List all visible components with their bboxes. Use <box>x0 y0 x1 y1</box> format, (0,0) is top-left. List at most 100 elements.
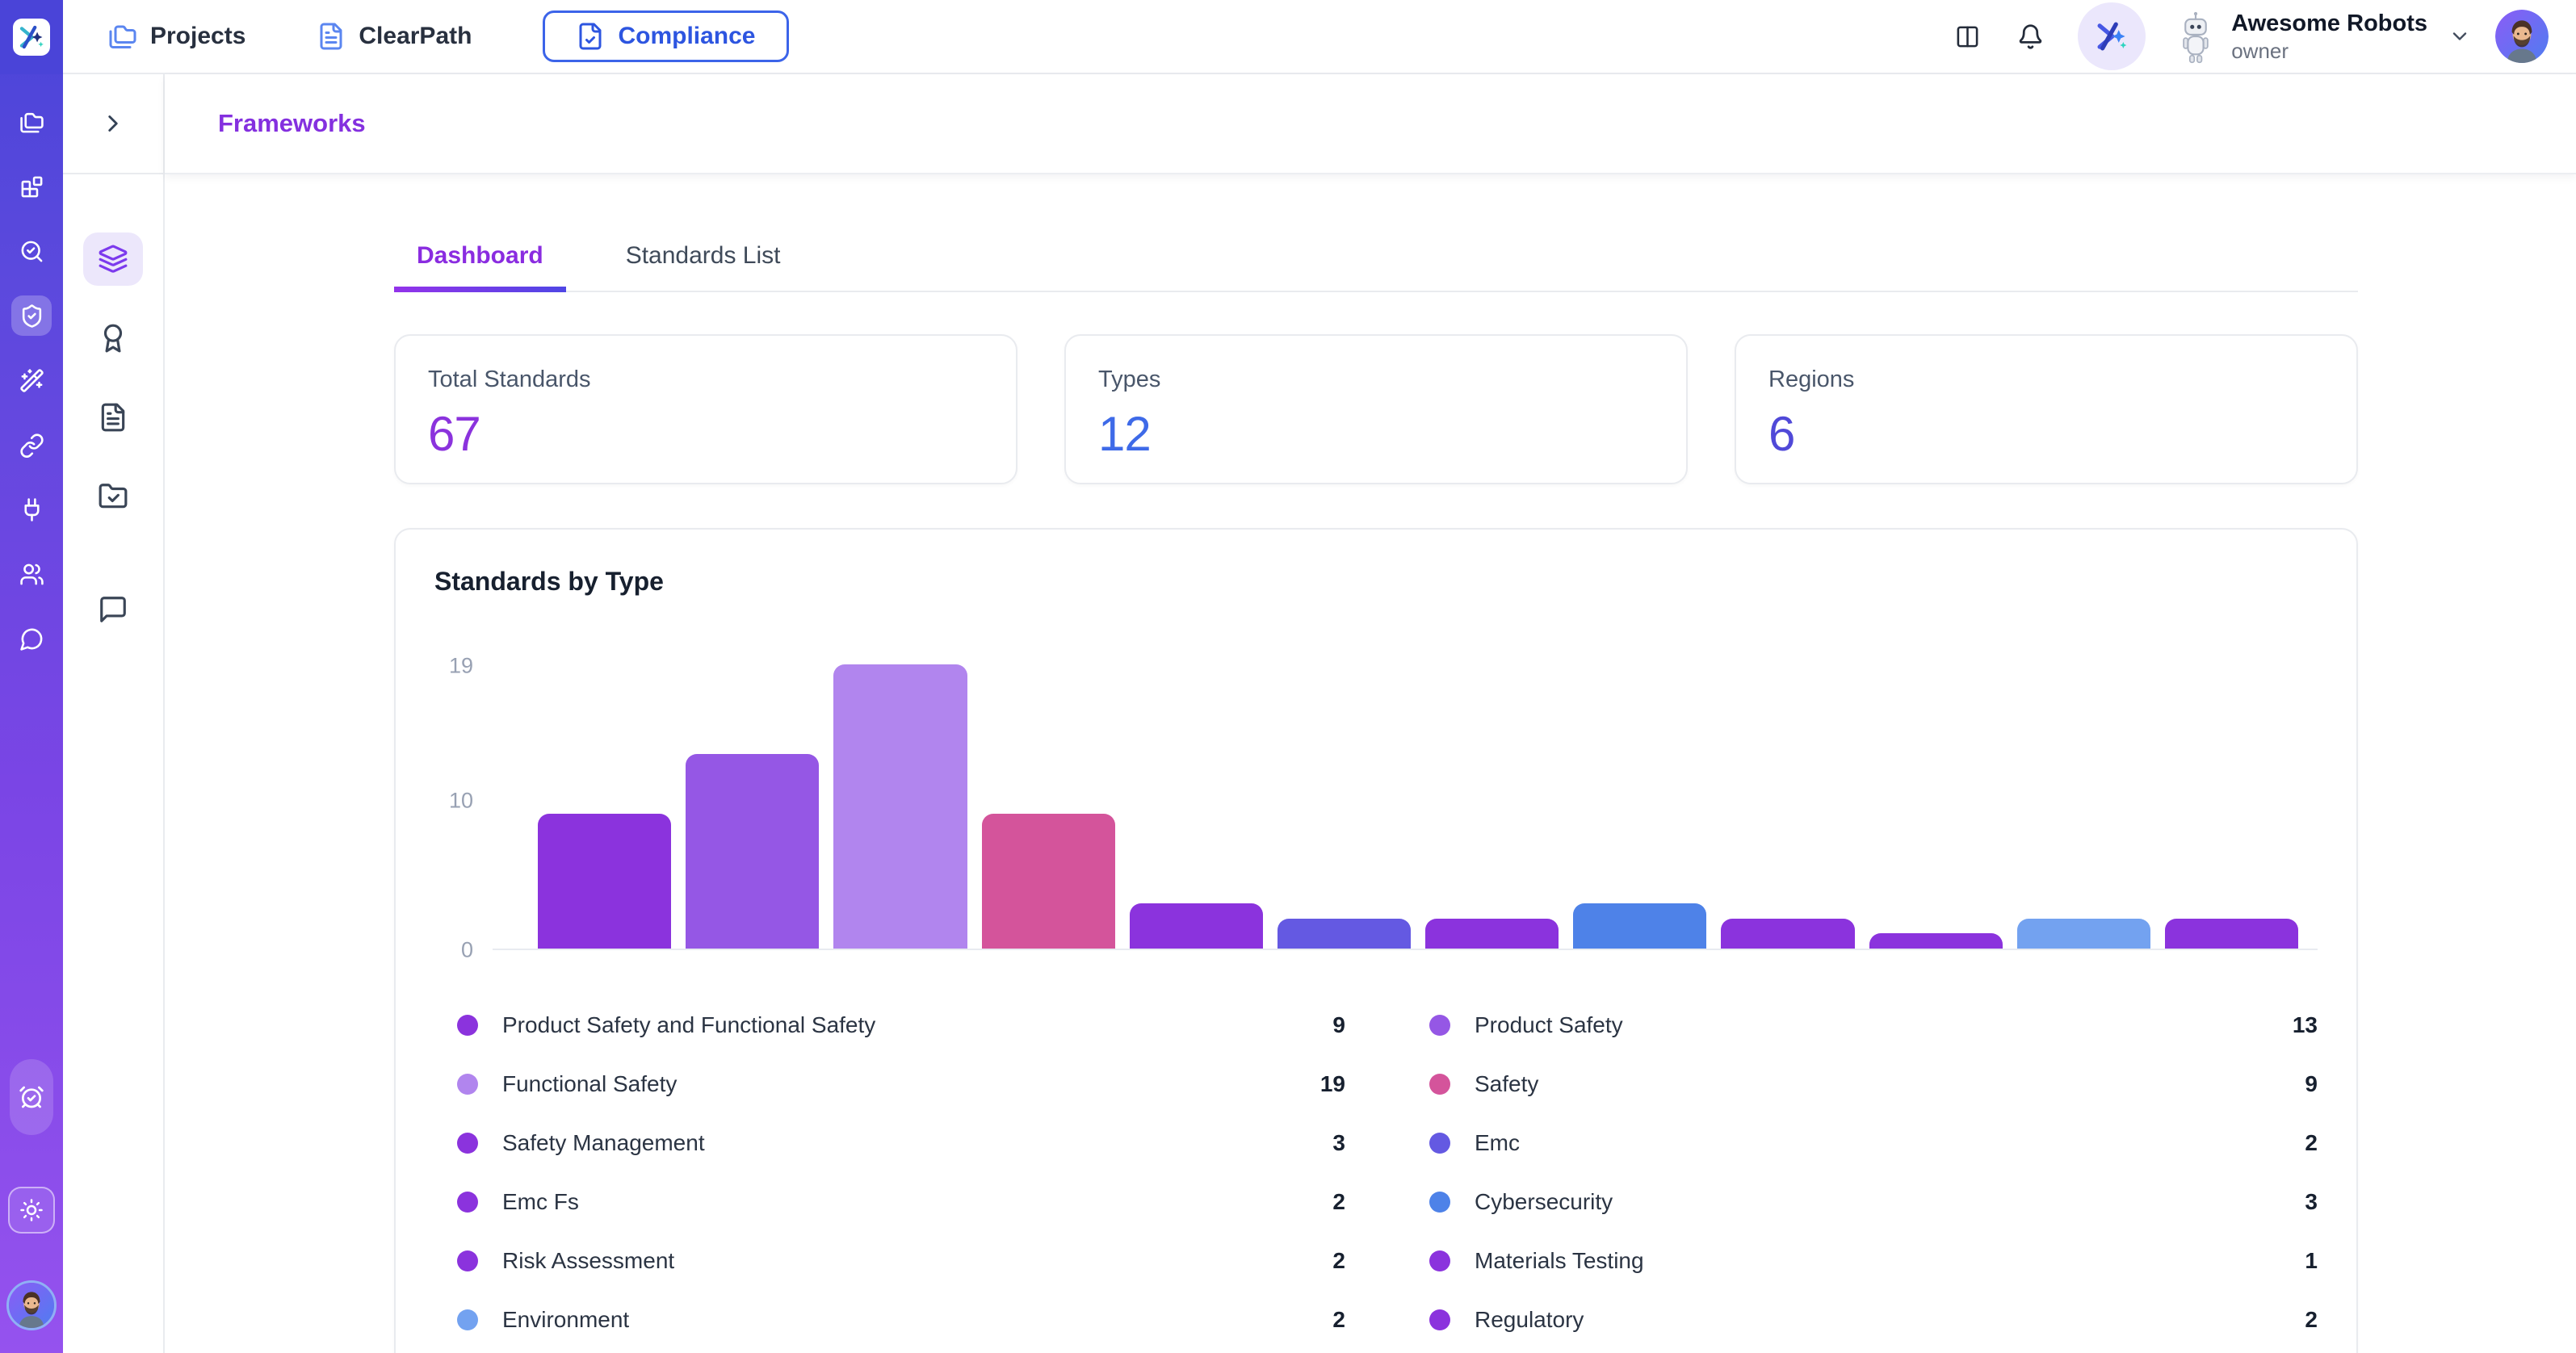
sidebar-item-plug[interactable] <box>11 489 52 530</box>
topbar-nav-tabs: Projects ClearPath Compliance <box>108 10 789 62</box>
legend-label: Functional Safety <box>502 1071 677 1097</box>
secondary-item-message-square[interactable] <box>83 583 143 636</box>
folder-check-icon <box>98 481 128 512</box>
legend-item: Product Safety and Functional Safety9 <box>457 995 1345 1054</box>
legend-label: Emc <box>1475 1130 1520 1156</box>
file-text-icon <box>98 402 128 433</box>
chart-y-axis: 01019 <box>434 664 493 950</box>
legend-label: Product Safety <box>1475 1012 1623 1038</box>
legend-label: Environment <box>502 1307 629 1333</box>
app-logo <box>0 0 63 74</box>
file-check-icon <box>576 22 605 51</box>
stat-value: 6 <box>1768 406 2324 462</box>
legend-label: Emc Fs <box>502 1189 579 1215</box>
legend-color-dot <box>1429 1192 1450 1213</box>
secondary-sidebar <box>63 74 165 1353</box>
bar-emc[interactable] <box>1278 919 1411 949</box>
y-axis-tick: 0 <box>461 938 473 963</box>
bar-emc-fs[interactable] <box>1425 919 1559 949</box>
legend-item: Emc 2 <box>1429 1113 2318 1172</box>
legend-color-dot <box>457 1250 478 1271</box>
wand-sparkles-icon <box>19 368 44 393</box>
bar-risk-assessment[interactable] <box>1721 919 1854 949</box>
topbar-tab-projects[interactable]: Projects <box>108 22 245 51</box>
chart-card: Standards by Type 01019 Product Safety a… <box>394 528 2358 1353</box>
y-axis-tick: 10 <box>449 788 473 813</box>
sidebar-user-avatar[interactable] <box>6 1280 57 1330</box>
layers-icon <box>98 244 128 274</box>
chevron-right-icon[interactable] <box>99 110 127 137</box>
sidebar-item-blocks[interactable] <box>11 166 52 207</box>
legend-value: 2 <box>2305 1130 2318 1156</box>
panel-columns-icon[interactable] <box>1955 24 1980 49</box>
chart-title: Standards by Type <box>434 567 2318 597</box>
file-text-icon <box>317 22 346 51</box>
primary-sidebar <box>0 0 63 1353</box>
account-menu[interactable]: Awesome Robots owner <box>2231 9 2427 65</box>
legend-value: 3 <box>2305 1189 2318 1215</box>
message-circle-icon <box>19 626 44 651</box>
legend-value: 9 <box>2305 1071 2318 1097</box>
stat-value: 67 <box>428 406 984 462</box>
chevron-down-icon[interactable] <box>2448 25 2471 48</box>
secondary-item-award[interactable] <box>83 312 143 365</box>
bar-materials-testing[interactable] <box>1869 933 2003 949</box>
sidebar-item-wand-sparkles[interactable] <box>11 360 52 400</box>
bar-cybersecurity[interactable] <box>1573 903 1706 949</box>
notifications-bell-icon[interactable] <box>2017 23 2044 50</box>
legend-item: Materials Testing1 <box>1429 1231 2318 1290</box>
topbar-tab-clearpath[interactable]: ClearPath <box>317 22 472 51</box>
sidebar-collapse-section <box>63 74 163 174</box>
page-content: Dashboard Standards List Total Standards 6… <box>165 174 2576 1353</box>
legend-item: Environment2 <box>457 1290 1345 1349</box>
legend-value: 2 <box>1332 1189 1345 1215</box>
bar-environment[interactable] <box>2017 919 2150 949</box>
bar-safety-management[interactable] <box>1130 903 1263 949</box>
stat-label: Regions <box>1768 367 2324 393</box>
theme-toggle-button[interactable] <box>8 1187 55 1234</box>
secondary-item-layers[interactable] <box>83 232 143 286</box>
legend-item: Regulatory2 <box>1429 1290 2318 1349</box>
page-header: Frameworks <box>165 74 2576 174</box>
page-title: Frameworks <box>218 109 366 138</box>
legend-item: Product Safety13 <box>1429 995 2318 1054</box>
primary-sidebar-bottom <box>6 1059 57 1353</box>
bar-product-safety-and-functional-safety[interactable] <box>538 814 671 949</box>
legend-label: Regulatory <box>1475 1307 1584 1333</box>
user-avatar[interactable] <box>2495 10 2549 63</box>
stat-label: Total Standards <box>428 367 984 393</box>
legend-value: 3 <box>1332 1130 1345 1156</box>
legend-item: Functional Safety19 <box>457 1054 1345 1113</box>
logo-mark-icon <box>13 19 50 56</box>
ai-sparkle-icon <box>2095 19 2129 53</box>
y-axis-tick: 19 <box>449 654 473 679</box>
tab-standards-list[interactable]: Standards List <box>603 242 803 291</box>
ai-assistant-button[interactable] <box>2078 2 2146 70</box>
secondary-item-file-text[interactable] <box>83 391 143 444</box>
sidebar-item-link[interactable] <box>11 425 52 465</box>
main-area: Frameworks Dashboard Standards List Total… <box>165 74 2576 1353</box>
sidebar-item-shield-check[interactable] <box>11 295 52 336</box>
folders-icon <box>19 110 44 135</box>
stats-row: Total Standards67Types12Regions6 <box>394 334 2358 484</box>
sidebar-item-folders[interactable] <box>11 102 52 142</box>
tab-dashboard[interactable]: Dashboard <box>394 242 566 291</box>
blocks-icon <box>19 174 44 199</box>
legend-value: 2 <box>1332 1248 1345 1274</box>
sidebar-item-users[interactable] <box>11 554 52 594</box>
legend-color-dot <box>457 1309 478 1330</box>
secondary-item-folder-check[interactable] <box>83 470 143 523</box>
bar-regulatory[interactable] <box>2165 919 2298 949</box>
stat-label: Types <box>1098 367 1654 393</box>
bar-product-safety[interactable] <box>686 754 819 949</box>
shield-check-icon <box>19 304 44 329</box>
link-icon <box>19 433 44 458</box>
topbar-tab-compliance[interactable]: Compliance <box>543 10 788 62</box>
sidebar-item-message-circle[interactable] <box>11 618 52 659</box>
sidebar-item-search-check[interactable] <box>11 231 52 271</box>
legend-item: Safety Management3 <box>457 1113 1345 1172</box>
alarm-clock-check-icon[interactable] <box>10 1059 53 1135</box>
bar-functional-safety[interactable] <box>833 664 967 949</box>
legend-label: Product Safety and Functional Safety <box>502 1012 875 1038</box>
bar-safety[interactable] <box>982 814 1115 949</box>
